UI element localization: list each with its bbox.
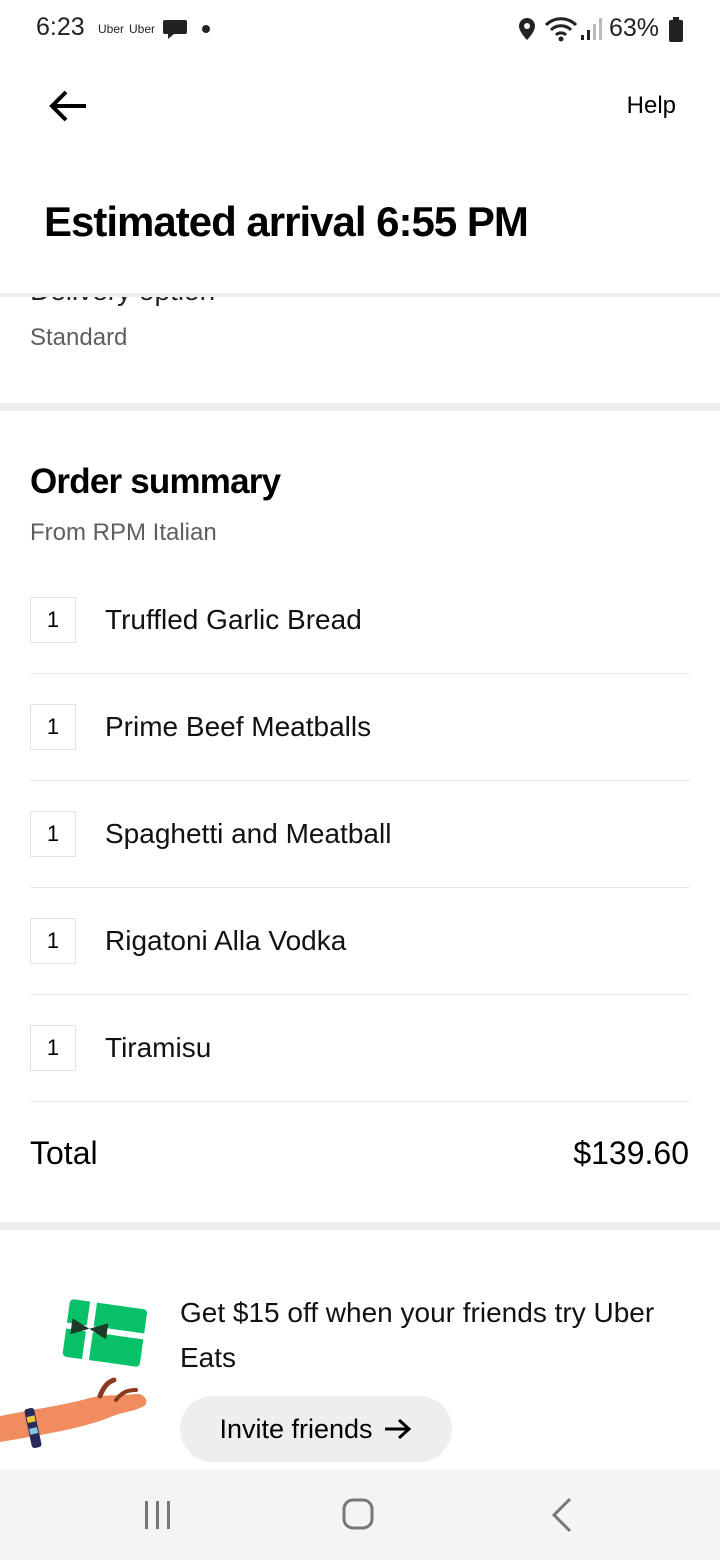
arrow-right-icon bbox=[384, 1418, 411, 1440]
total-label: Total bbox=[30, 1135, 98, 1171]
order-item-row: 1 Tiramisu bbox=[30, 995, 690, 1102]
home-icon[interactable] bbox=[340, 1496, 376, 1532]
order-summary-title: Order summary bbox=[30, 462, 281, 501]
back-icon[interactable] bbox=[548, 1496, 576, 1534]
battery-percent: 63% bbox=[609, 14, 660, 42]
delivery-option-value: Standard bbox=[30, 324, 128, 351]
referral-promo-text: Get $15 off when your friends try Uber E… bbox=[180, 1297, 655, 1373]
invite-friends-label: Invite friends bbox=[219, 1413, 373, 1444]
order-item-row: 1 Spaghetti and Meatball bbox=[30, 781, 690, 888]
delivery-option-label: Delivery option bbox=[30, 297, 215, 307]
status-time: 6:23 bbox=[36, 13, 85, 41]
chat-icon bbox=[163, 20, 187, 39]
section-divider bbox=[0, 403, 720, 411]
section-divider bbox=[0, 1222, 720, 1230]
notification-app-label: Uber bbox=[98, 22, 125, 36]
item-name: Prime Beef Meatballs bbox=[105, 711, 372, 742]
order-item-row: 1 Rigatoni Alla Vodka bbox=[30, 888, 690, 995]
invite-friends-button[interactable]: Invite friends bbox=[180, 1396, 452, 1462]
item-quantity: 1 bbox=[30, 1025, 76, 1071]
location-icon bbox=[519, 18, 535, 40]
item-quantity: 1 bbox=[30, 811, 76, 857]
order-item-row: 1 Truffled Garlic Bread bbox=[30, 567, 690, 674]
item-quantity: 1 bbox=[30, 597, 76, 643]
item-name: Tiramisu bbox=[105, 1032, 212, 1063]
signal-icon bbox=[581, 18, 602, 40]
battery-icon bbox=[669, 17, 683, 42]
order-details-screen: 6:23 Uber Uber 63% Help Estimated arriva… bbox=[0, 0, 720, 1560]
item-name: Spaghetti and Meatball bbox=[105, 818, 392, 849]
order-item-row: 1 Prime Beef Meatballs bbox=[30, 674, 690, 781]
page-title: Estimated arrival 6:55 PM bbox=[44, 198, 529, 245]
recent-apps-icon[interactable] bbox=[140, 1498, 176, 1532]
restaurant-name: From RPM Italian bbox=[30, 519, 217, 546]
system-navigation-bar bbox=[0, 1470, 720, 1560]
item-name: Truffled Garlic Bread bbox=[105, 604, 362, 635]
gift-card-hand-illustration bbox=[0, 1299, 147, 1449]
item-quantity: 1 bbox=[30, 704, 76, 750]
back-button[interactable] bbox=[40, 80, 96, 132]
wifi-icon bbox=[544, 17, 578, 42]
item-quantity: 1 bbox=[30, 918, 76, 964]
item-name: Rigatoni Alla Vodka bbox=[105, 925, 347, 956]
status-bar: 6:23 Uber Uber 63% bbox=[0, 0, 720, 60]
order-items-list: 1 Truffled Garlic Bread 1 Prime Beef Mea… bbox=[30, 567, 690, 1102]
notification-app-label: Uber bbox=[129, 22, 156, 36]
total-value: $139.60 bbox=[573, 1135, 689, 1171]
arrow-left-icon bbox=[49, 90, 86, 122]
delivery-option-section: Delivery option Standard bbox=[0, 297, 720, 403]
help-link[interactable]: Help bbox=[627, 92, 676, 120]
notification-dot-icon bbox=[202, 25, 210, 33]
